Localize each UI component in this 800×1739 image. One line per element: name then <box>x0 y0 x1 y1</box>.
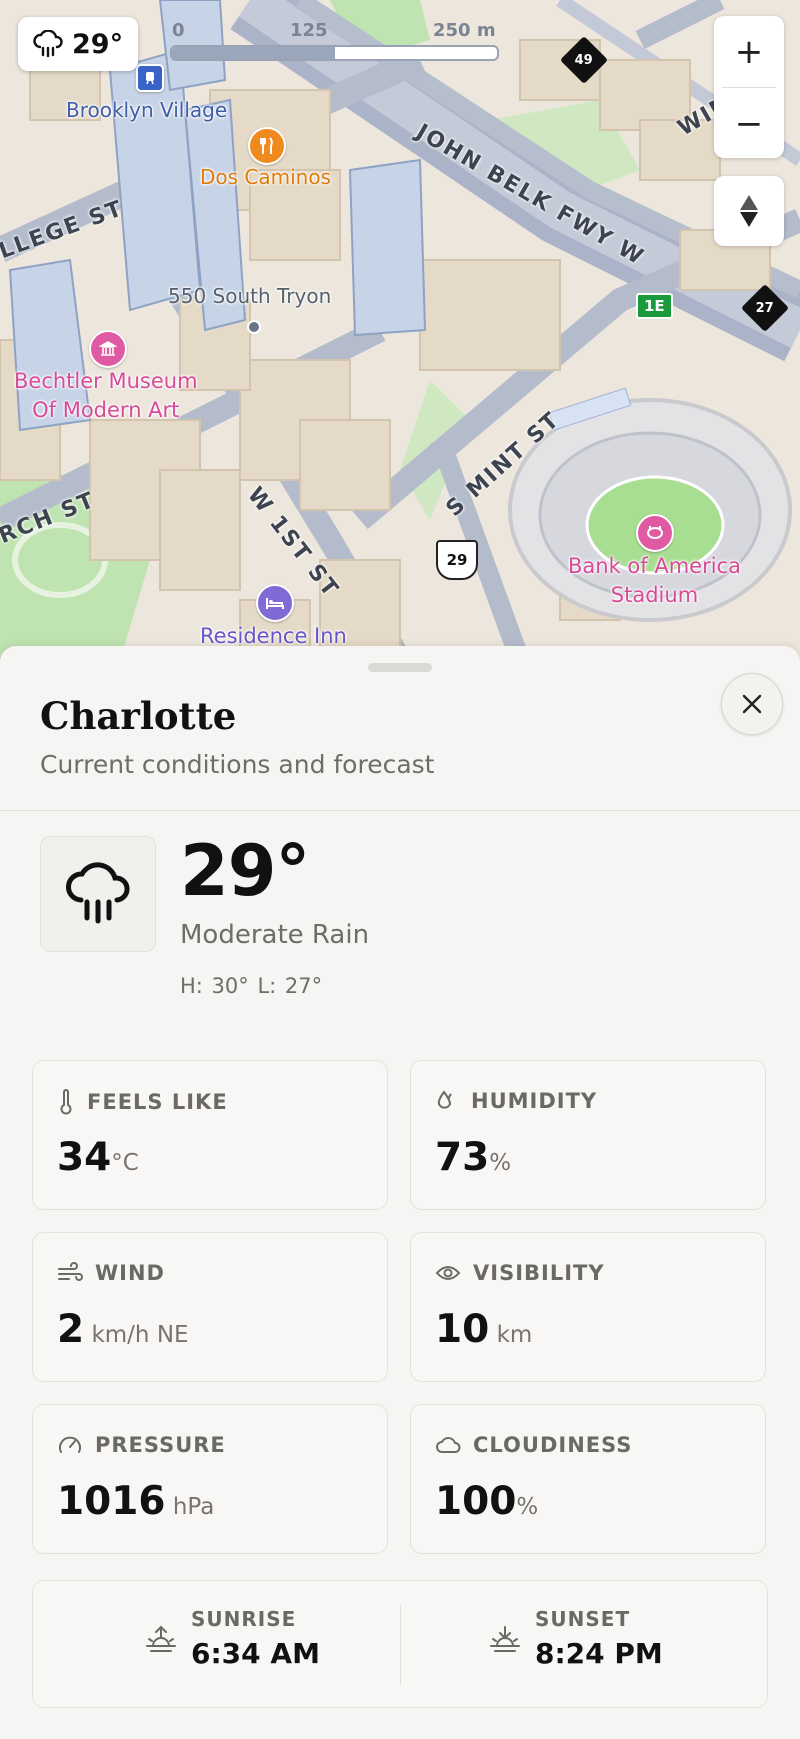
scale-tick-250: 250 m <box>433 20 496 41</box>
eye-icon <box>435 1266 461 1280</box>
zoom-in-button[interactable]: + <box>714 16 784 87</box>
stadium-poi-icon[interactable] <box>636 514 674 552</box>
map-weather-chip[interactable]: 29° <box>18 17 138 71</box>
label-brooklyn-village[interactable]: Brooklyn Village <box>66 98 227 122</box>
metric-unit: km <box>489 1322 533 1348</box>
label-boa-line2: Stadium <box>610 583 699 607</box>
scale-tick-0: 0 <box>172 20 185 41</box>
metric-label: FEELS LIKE <box>87 1090 228 1114</box>
zoom-control: + − <box>714 16 784 158</box>
metric-label: HUMIDITY <box>471 1089 598 1113</box>
metric-value: 73 <box>435 1135 490 1180</box>
exit-1e-badge: 1E <box>636 293 673 319</box>
wind-icon <box>58 1262 83 1281</box>
metric-label: CLOUDINESS <box>473 1433 633 1457</box>
label-dos-caminos[interactable]: Dos Caminos <box>200 165 331 189</box>
condition-icon-tile <box>40 836 156 952</box>
metric-value: 1016 <box>57 1479 166 1524</box>
label-bank-of-america-stadium[interactable]: Bank of America Stadium <box>568 552 741 610</box>
thermometer-icon <box>60 1089 72 1115</box>
museum-poi-icon[interactable] <box>89 330 127 368</box>
restaurant-poi-icon[interactable] <box>248 127 286 165</box>
compass-icon <box>740 195 758 227</box>
location-dot-icon[interactable] <box>247 320 261 334</box>
sunrise-label: SUNRISE <box>191 1607 297 1631</box>
high-low-temps: H: 30° L: 27° <box>180 974 323 998</box>
sunrise-sunset-card: SUNRISE 6:34 AM SUNSET 8:24 PM <box>32 1580 768 1708</box>
metric-value: 2 <box>57 1307 85 1352</box>
condition-description: Moderate Rain <box>180 920 370 950</box>
metric-unit: km/h NE <box>84 1322 189 1348</box>
scale-bar-fill <box>172 47 335 59</box>
sunset-label: SUNSET <box>535 1607 631 1631</box>
metric-card-humidity: HUMIDITY 73% <box>410 1060 766 1210</box>
sunrise-icon <box>146 1625 176 1652</box>
label-bechtler-museum[interactable]: Bechtler Museum Of Modern Art <box>14 367 198 425</box>
us-29-shield-icon: 29 <box>436 540 478 580</box>
metric-card-cloudiness: CLOUDINESS 100% <box>410 1404 766 1554</box>
shield-49-text: 49 <box>574 52 594 68</box>
sun-divider <box>400 1605 401 1685</box>
header-divider <box>0 810 800 811</box>
metric-label: WIND <box>95 1261 165 1285</box>
sheet-subtitle: Current conditions and forecast <box>40 750 435 779</box>
metric-value: 34 <box>57 1135 112 1180</box>
shield-27-text: 27 <box>755 300 775 316</box>
metric-card-pressure: PRESSURE 1016 hPa <box>32 1404 388 1554</box>
metric-value: 10 <box>435 1307 490 1352</box>
metric-unit: hPa <box>165 1494 215 1520</box>
transit-station-icon[interactable] <box>136 64 164 92</box>
cloud-icon <box>436 1437 461 1453</box>
close-button[interactable] <box>721 673 783 735</box>
sunrise-item: SUNRISE 6:34 AM <box>145 1607 320 1670</box>
metric-value: 100 <box>435 1479 517 1524</box>
sheet-drag-handle[interactable] <box>368 663 432 672</box>
map-view[interactable]: Brooklyn Village Dos Caminos 550 South T… <box>0 0 800 660</box>
droplets-icon <box>437 1090 452 1109</box>
rain-cloud-icon <box>33 30 63 58</box>
scale-tick-125: 125 <box>290 20 328 41</box>
label-550-south-tryon[interactable]: 550 South Tryon <box>168 284 331 308</box>
metric-card-feels-like: FEELS LIKE 34°C <box>32 1060 388 1210</box>
metric-unit: % <box>516 1494 539 1520</box>
sunset-icon <box>490 1625 520 1652</box>
metric-label: VISIBILITY <box>473 1261 605 1285</box>
compass-button[interactable] <box>714 176 784 246</box>
label-bechtler-line2: Of Modern Art <box>32 398 180 422</box>
sunset-item: SUNSET 8:24 PM <box>489 1607 663 1670</box>
map-weather-temp: 29° <box>72 28 124 60</box>
label-residence-inn[interactable]: Residence Inn <box>200 624 347 648</box>
metric-card-visibility: VISIBILITY 10 km <box>410 1232 766 1382</box>
gauge-icon <box>59 1436 81 1453</box>
map-scale-bar: 0 125 250 m <box>170 20 500 64</box>
label-boa-line1: Bank of America <box>568 554 741 578</box>
metric-unit: % <box>489 1150 512 1176</box>
close-icon <box>742 694 762 714</box>
shield-29-text: 29 <box>446 551 468 569</box>
zoom-out-button[interactable]: − <box>714 88 784 159</box>
metric-card-wind: WIND 2 km/h NE <box>32 1232 388 1382</box>
city-title: Charlotte <box>40 694 237 738</box>
sunset-time: 8:24 PM <box>535 1637 663 1670</box>
current-temperature: 29° <box>180 830 310 912</box>
hotel-poi-icon[interactable] <box>256 584 294 622</box>
metric-unit: °C <box>111 1150 139 1176</box>
metric-label: PRESSURE <box>95 1433 226 1457</box>
sunrise-time: 6:34 AM <box>191 1637 320 1670</box>
weather-sheet: Charlotte Current conditions and forecas… <box>0 646 800 1739</box>
label-bechtler-line1: Bechtler Museum <box>14 369 198 393</box>
rain-cloud-icon <box>66 862 130 924</box>
